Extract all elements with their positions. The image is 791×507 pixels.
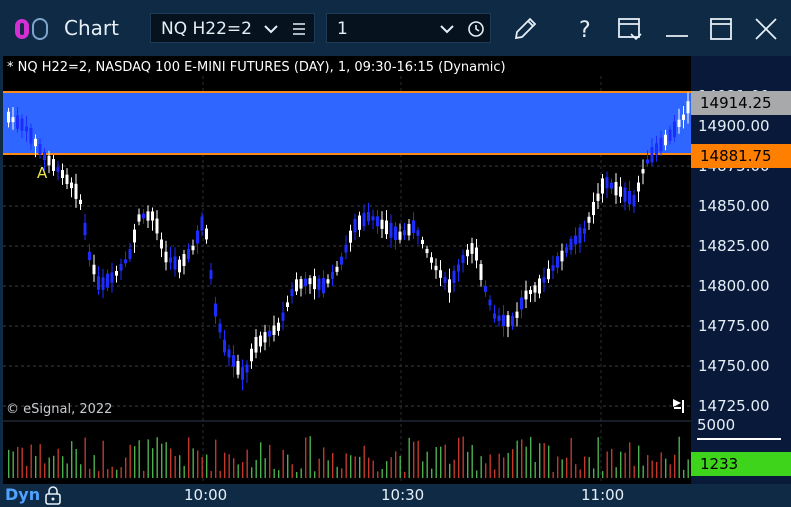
price-tick-label: 14825.00 bbox=[698, 237, 770, 255]
annotation-label: A bbox=[37, 164, 48, 182]
band-upper-value: 14914.25 bbox=[700, 94, 772, 112]
price-chart[interactable]: * NQ H22=2, NASDAQ 100 E-MINI FUTURES (D… bbox=[3, 56, 691, 484]
watermark-text: © eSignal, 2022 bbox=[6, 402, 112, 417]
volume-divider bbox=[697, 438, 781, 440]
time-tick-label: 11:00 bbox=[581, 486, 625, 504]
time-axis[interactable]: Dyn 10:00 10:30 11:00 bbox=[0, 484, 791, 507]
list-icon[interactable] bbox=[291, 21, 307, 37]
dynamic-mode-label[interactable]: Dyn bbox=[5, 485, 40, 504]
symbol-value: NQ H22=2 bbox=[161, 19, 252, 39]
interval-field[interactable]: 1 bbox=[326, 13, 491, 43]
price-tick-label: 14900.00 bbox=[698, 117, 770, 135]
chart-info-line: * NQ H22=2, NASDAQ 100 E-MINI FUTURES (D… bbox=[7, 60, 506, 75]
lock-icon[interactable] bbox=[44, 485, 62, 505]
svg-text:?: ? bbox=[579, 18, 591, 43]
price-tick-label: 14725.00 bbox=[698, 397, 770, 415]
band-lower-value: 14881.75 bbox=[700, 147, 772, 165]
clock-icon[interactable] bbox=[467, 20, 485, 38]
price-tick-label: 14850.00 bbox=[698, 197, 770, 215]
volume-tick-label: 5000 bbox=[697, 416, 735, 434]
highlight-band bbox=[3, 92, 691, 154]
pencil-icon[interactable] bbox=[510, 14, 540, 44]
price-tick-label: 14800.00 bbox=[698, 277, 770, 295]
price-tick-label: 14775.00 bbox=[698, 317, 770, 335]
maximize-icon[interactable] bbox=[706, 14, 736, 44]
minimize-icon[interactable] bbox=[662, 14, 692, 44]
close-icon[interactable] bbox=[751, 14, 781, 44]
chevron-down-icon[interactable] bbox=[263, 23, 279, 35]
chart-window: Chart NQ H22=2 1 ? * NQ H22=2, NASDAQ 10… bbox=[0, 0, 791, 507]
app-logo-icon bbox=[15, 18, 48, 40]
price-tick-label: 14750.00 bbox=[698, 357, 770, 375]
interval-value: 1 bbox=[337, 19, 348, 39]
symbol-field[interactable]: NQ H22=2 bbox=[150, 13, 315, 43]
scroll-to-end-icon[interactable] bbox=[673, 399, 684, 413]
volume-bars bbox=[8, 436, 689, 478]
layout-menu-icon[interactable] bbox=[615, 14, 645, 44]
time-tick-label: 10:00 bbox=[184, 486, 228, 504]
help-icon[interactable]: ? bbox=[570, 14, 600, 44]
volume-value: 1233 bbox=[700, 455, 738, 473]
chevron-down-icon[interactable] bbox=[439, 23, 455, 35]
title-bar: Chart NQ H22=2 1 ? bbox=[0, 0, 791, 56]
price-axis[interactable]: 14921.0014900.0014875.0014850.0014825.00… bbox=[691, 56, 791, 484]
price-tick-labels: 14921.0014900.0014875.0014850.0014825.00… bbox=[698, 87, 770, 415]
time-tick-label: 10:30 bbox=[381, 486, 425, 504]
window-title: Chart bbox=[64, 16, 119, 40]
